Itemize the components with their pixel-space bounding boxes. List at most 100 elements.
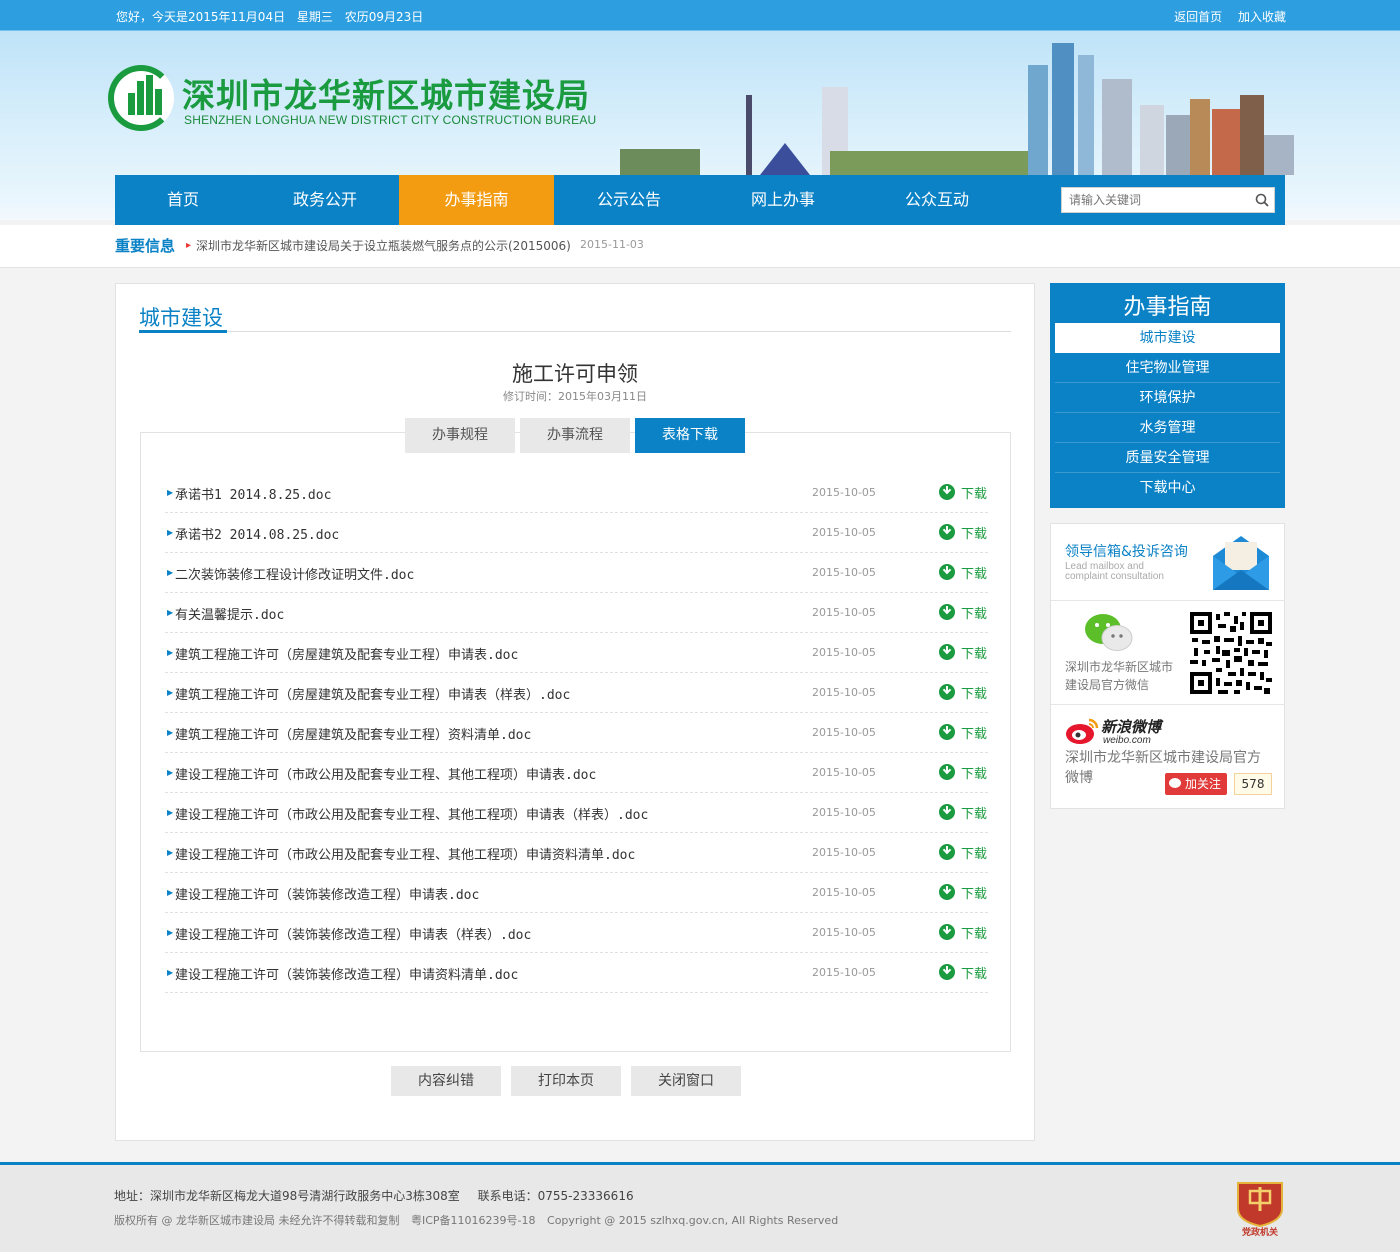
sidebar-title: 办事指南	[1123, 295, 1212, 320]
nav-item-gov-affairs[interactable]: 政务公开	[251, 175, 399, 225]
file-name-link[interactable]: 建设工程施工许可（市政公用及配套专业工程、其他工程项）申请资料清单.doc	[175, 844, 635, 863]
tab-procedure[interactable]: 办事规程	[405, 418, 515, 453]
greeting-text: 您好，今天是2015年11月04日	[116, 10, 286, 24]
tab-form-download[interactable]: 表格下载	[635, 418, 745, 453]
gov-agency-badge[interactable]: 党政机关	[1234, 1177, 1286, 1239]
site-logo[interactable]: 深圳市龙华新区城市建设局 SHENZHEN LONGHUA NEW DISTRI…	[108, 65, 598, 135]
download-label: 下载	[961, 967, 988, 982]
notice-arrow-icon: ▸	[186, 240, 192, 251]
copyright-en: Copyright @ 2015 szlhxq.gov.cn, All Righ…	[547, 1214, 839, 1227]
weibo-follow-button[interactable]: 加关注	[1165, 773, 1227, 795]
file-name-link[interactable]: 建筑工程施工许可（房屋建筑及配套专业工程）申请表.doc	[175, 644, 518, 663]
mailbox-subtitle: Lead mailbox and complaint consultation	[1065, 561, 1164, 582]
bullet-icon: ▶	[167, 808, 174, 817]
copyright-text: 版权所有 @ 龙华新区城市建设局 未经允许不得转载和复制	[114, 1214, 400, 1227]
site-footer: 地址：深圳市龙华新区梅龙大道98号清湖行政服务中心3栋308室 联系电话：075…	[0, 1162, 1400, 1252]
download-label: 下载	[961, 767, 988, 782]
download-icon	[939, 804, 955, 820]
download-icon	[939, 524, 955, 540]
leader-mailbox-link[interactable]: 领导信箱&投诉咨询 Lead mailbox and complaint con…	[1051, 524, 1284, 601]
download-icon	[939, 764, 955, 780]
bullet-icon: ▶	[167, 888, 174, 897]
city-skyline-image	[600, 40, 1400, 175]
report-error-button[interactable]: 内容纠错	[391, 1066, 501, 1096]
nav-item-interaction[interactable]: 公众互动	[862, 175, 1012, 225]
bullet-icon: ▶	[167, 768, 174, 777]
icp-number[interactable]: 粤ICP备11016239号-18	[411, 1214, 536, 1227]
logo-emblem-icon	[108, 65, 174, 131]
download-icon	[939, 684, 955, 700]
list-item: ▶ 承诺书1 2014.8.25.doc 2015-10-05 下载	[165, 473, 988, 513]
list-item: ▶ 建设工程施工许可（装饰装修改造工程）申请表（样表）.doc 2015-10-05…	[165, 913, 988, 953]
file-name-link[interactable]: 有关温馨提示.doc	[175, 604, 284, 623]
weibo-logo-text: 新浪微博	[1101, 718, 1162, 736]
weibo-logo[interactable]: 新浪微博 weibo.com	[1065, 716, 1165, 746]
logo-chinese-name: 深圳市龙华新区城市建设局	[182, 76, 590, 115]
list-item: ▶ 建筑工程施工许可（房屋建筑及配套专业工程）申请表（样表）.doc 2015-10…	[165, 673, 988, 713]
list-item: ▶ 建设工程施工许可（市政公用及配套专业工程、其他工程项）申请表.doc 2015-…	[165, 753, 988, 793]
sidebar-item-property[interactable]: 住宅物业管理	[1055, 353, 1280, 383]
sidebar-item-water[interactable]: 水务管理	[1055, 413, 1280, 443]
tab-process[interactable]: 办事流程	[520, 418, 630, 453]
file-date: 2015-10-05	[812, 606, 876, 619]
notice-date: 2015-11-03	[580, 238, 644, 251]
top-bar: 您好，今天是2015年11月04日 星期三 农历09月23日 返回首页 加入收藏	[0, 0, 1400, 30]
bullet-icon: ▶	[167, 648, 174, 657]
list-item: ▶ 建筑工程施工许可（房屋建筑及配套专业工程）申请表.doc 2015-10-05 下…	[165, 633, 988, 673]
file-name-link[interactable]: 承诺书1 2014.8.25.doc	[175, 484, 331, 503]
file-name-link[interactable]: 承诺书2 2014.08.25.doc	[175, 524, 339, 543]
lunar-date-text: 农历09月23日	[344, 10, 424, 24]
wechat-section: 深圳市龙华新区城市建设局官方微信	[1051, 602, 1284, 705]
file-name-link[interactable]: 建设工程施工许可（装饰装修改造工程）申请资料清单.doc	[175, 964, 518, 983]
nav-item-home[interactable]: 首页	[115, 175, 251, 225]
download-icon	[939, 564, 955, 580]
bullet-icon: ▶	[167, 928, 174, 937]
download-label: 下载	[961, 647, 988, 662]
print-button[interactable]: 打印本页	[511, 1066, 621, 1096]
bookmark-link[interactable]: 加入收藏	[1238, 10, 1286, 24]
party-gov-emblem-icon	[1237, 1182, 1283, 1227]
notice-link[interactable]: 深圳市龙华新区城市建设局关于设立瓶装燃气服务点的公示(2015006)	[196, 237, 571, 254]
file-name-link[interactable]: 建设工程施工许可（市政公用及配套专业工程、其他工程项）申请表.doc	[175, 764, 596, 783]
file-date: 2015-10-05	[812, 486, 876, 499]
sidebar-item-download-center[interactable]: 下载中心	[1055, 473, 1280, 503]
envelope-icon	[1213, 536, 1269, 590]
file-name-link[interactable]: 建设工程施工许可（装饰装修改造工程）申请表（样表）.doc	[175, 924, 531, 943]
sidebar-item-city-construction[interactable]: 城市建设	[1055, 323, 1280, 353]
wechat-icon	[1085, 614, 1133, 651]
search-icon[interactable]	[1254, 192, 1270, 208]
file-date: 2015-10-05	[812, 526, 876, 539]
footer-address: 地址：深圳市龙华新区梅龙大道98号清湖行政服务中心3栋308室	[114, 1189, 460, 1203]
bullet-icon: ▶	[167, 568, 174, 577]
list-item: ▶ 有关温馨提示.doc 2015-10-05 下载	[165, 593, 988, 633]
download-icon	[939, 924, 955, 940]
section-title: 城市建设	[139, 306, 223, 330]
file-date: 2015-10-05	[812, 646, 876, 659]
file-name-link[interactable]: 建设工程施工许可（装饰装修改造工程）申请表.doc	[175, 884, 479, 903]
file-date: 2015-10-05	[812, 806, 876, 819]
sidebar-item-environment[interactable]: 环境保护	[1055, 383, 1280, 413]
file-name-link[interactable]: 二次装饰装修工程设计修改证明文件.doc	[175, 564, 414, 583]
file-name-link[interactable]: 建筑工程施工许可（房屋建筑及配套专业工程）申请表（样表）.doc	[175, 684, 570, 703]
file-name-link[interactable]: 建筑工程施工许可（房屋建筑及配套专业工程）资料清单.doc	[175, 724, 531, 743]
nav-item-online-service[interactable]: 网上办事	[704, 175, 862, 225]
file-date: 2015-10-05	[812, 846, 876, 859]
sidebar-item-quality-safety[interactable]: 质量安全管理	[1055, 443, 1280, 473]
nav-item-service-guide[interactable]: 办事指南	[399, 175, 554, 225]
list-item: ▶ 建设工程施工许可（装饰装修改造工程）申请表.doc 2015-10-05 下载	[165, 873, 988, 913]
close-window-button[interactable]: 关闭窗口	[631, 1066, 741, 1096]
file-name-link[interactable]: 建设工程施工许可（市政公用及配套专业工程、其他工程项）申请表（样表）.doc	[175, 804, 648, 823]
weibo-section: 新浪微博 weibo.com 深圳市龙华新区城市建设局官方微博 加关注 578	[1051, 706, 1284, 810]
sidebar-menu: 办事指南 城市建设 住宅物业管理 环境保护 水务管理 质量安全管理 下载中心	[1050, 283, 1285, 508]
download-label: 下载	[961, 807, 988, 822]
nav-item-announcements[interactable]: 公示公告	[554, 175, 704, 225]
file-date: 2015-10-05	[812, 926, 876, 939]
list-item: ▶ 建设工程施工许可（市政公用及配套专业工程、其他工程项）申请表（样表）.doc 2…	[165, 793, 988, 833]
search-input[interactable]	[1062, 188, 1248, 212]
list-item: ▶ 承诺书2 2014.08.25.doc 2015-10-05 下载	[165, 513, 988, 553]
home-link[interactable]: 返回首页	[1174, 10, 1222, 24]
bullet-icon: ▶	[167, 728, 174, 737]
download-icon	[939, 964, 955, 980]
list-item: ▶ 建筑工程施工许可（房屋建筑及配套专业工程）资料清单.doc 2015-10-05…	[165, 713, 988, 753]
notice-label: 重要信息	[115, 237, 176, 255]
